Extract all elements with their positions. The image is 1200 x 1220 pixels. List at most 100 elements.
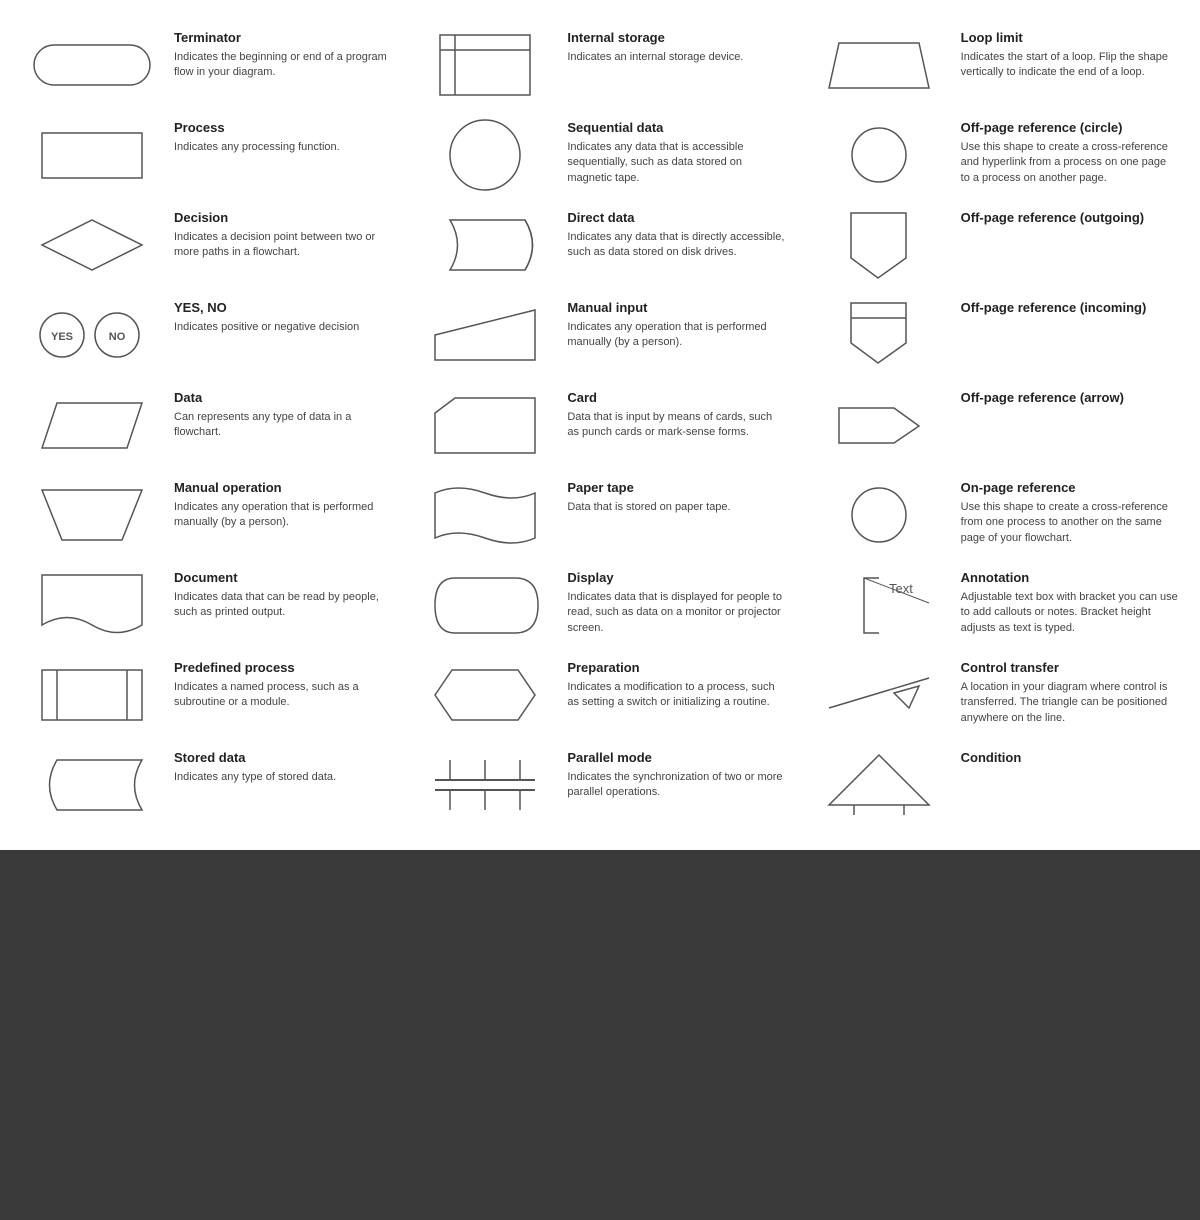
item-document: Document Indicates data that can be read…	[10, 560, 403, 650]
item-condition: Condition	[797, 740, 1190, 830]
title-manual-input: Manual input	[567, 300, 784, 317]
desc-preparation: Indicates a modification to a process, s…	[567, 680, 784, 711]
title-control-transfer: Control transfer	[961, 660, 1178, 677]
desc-loop-limit: Indicates the start of a loop. Flip the …	[961, 50, 1178, 81]
text-card: Card Data that is input by means of card…	[555, 390, 784, 441]
bottom-bar	[0, 850, 1200, 1220]
text-off-page-incoming: Off-page reference (incoming)	[949, 300, 1178, 320]
text-manual-input: Manual input Indicates any operation tha…	[555, 300, 784, 351]
title-off-page-outgoing: Off-page reference (outgoing)	[961, 210, 1178, 227]
shape-preparation	[415, 660, 555, 730]
title-sequential-data: Sequential data	[567, 120, 784, 137]
shape-terminator	[22, 30, 162, 100]
svg-text:NO: NO	[109, 331, 126, 343]
title-terminator: Terminator	[174, 30, 391, 47]
desc-decision: Indicates a decision point between two o…	[174, 230, 391, 261]
text-document: Document Indicates data that can be read…	[162, 570, 391, 621]
shape-display	[415, 570, 555, 640]
title-document: Document	[174, 570, 391, 587]
text-on-page-reference: On-page reference Use this shape to crea…	[949, 480, 1178, 546]
item-off-page-outgoing: Off-page reference (outgoing)	[797, 200, 1190, 290]
title-loop-limit: Loop limit	[961, 30, 1178, 47]
item-loop-limit: Loop limit Indicates the start of a loop…	[797, 20, 1190, 110]
item-predefined-process: Predefined process Indicates a named pro…	[10, 650, 403, 740]
shape-predefined-process	[22, 660, 162, 730]
desc-terminator: Indicates the beginning or end of a prog…	[174, 50, 391, 81]
shape-loop-limit	[809, 30, 949, 100]
item-manual-input: Manual input Indicates any operation tha…	[403, 290, 796, 380]
item-process: Process Indicates any processing functio…	[10, 110, 403, 200]
item-control-transfer: Control transfer A location in your diag…	[797, 650, 1190, 740]
text-off-page-circle: Off-page reference (circle) Use this sha…	[949, 120, 1178, 186]
shape-process	[22, 120, 162, 190]
title-stored-data: Stored data	[174, 750, 391, 767]
svg-text:YES: YES	[51, 331, 73, 343]
title-parallel-mode: Parallel mode	[567, 750, 784, 767]
text-condition: Condition	[949, 750, 1178, 770]
text-internal-storage: Internal storage Indicates an internal s…	[555, 30, 784, 65]
item-off-page-circle: Off-page reference (circle) Use this sha…	[797, 110, 1190, 200]
title-off-page-incoming: Off-page reference (incoming)	[961, 300, 1178, 317]
shape-yes-no: YES NO	[22, 300, 162, 370]
shape-direct-data	[415, 210, 555, 280]
text-paper-tape: Paper tape Data that is stored on paper …	[555, 480, 784, 515]
shape-on-page-reference	[809, 480, 949, 550]
desc-paper-tape: Data that is stored on paper tape.	[567, 500, 784, 515]
title-on-page-reference: On-page reference	[961, 480, 1178, 497]
item-preparation: Preparation Indicates a modification to …	[403, 650, 796, 740]
item-parallel-mode: Parallel mode Indicates the synchronizat…	[403, 740, 796, 830]
item-annotation: Text Annotation Adjustable text box with…	[797, 560, 1190, 650]
desc-off-page-circle: Use this shape to create a cross-referen…	[961, 140, 1178, 186]
text-preparation: Preparation Indicates a modification to …	[555, 660, 784, 711]
item-decision: Decision Indicates a decision point betw…	[10, 200, 403, 290]
text-stored-data: Stored data Indicates any type of stored…	[162, 750, 391, 785]
item-stored-data: Stored data Indicates any type of stored…	[10, 740, 403, 830]
shape-control-transfer	[809, 660, 949, 730]
desc-predefined-process: Indicates a named process, such as a sub…	[174, 680, 391, 711]
item-card: Card Data that is input by means of card…	[403, 380, 796, 470]
item-off-page-arrow: Off-page reference (arrow)	[797, 380, 1190, 470]
shape-off-page-arrow	[809, 390, 949, 460]
desc-manual-operation: Indicates any operation that is performe…	[174, 500, 391, 531]
item-off-page-incoming: Off-page reference (incoming)	[797, 290, 1190, 380]
shape-off-page-incoming	[809, 300, 949, 370]
shape-sequential-data	[415, 120, 555, 190]
desc-manual-input: Indicates any operation that is performe…	[567, 320, 784, 351]
text-loop-limit: Loop limit Indicates the start of a loop…	[949, 30, 1178, 81]
title-condition: Condition	[961, 750, 1178, 767]
desc-card: Data that is input by means of cards, su…	[567, 410, 784, 441]
item-yes-no: YES NO YES, NO Indicates positive or neg…	[10, 290, 403, 380]
desc-direct-data: Indicates any data that is directly acce…	[567, 230, 784, 261]
title-internal-storage: Internal storage	[567, 30, 784, 47]
text-direct-data: Direct data Indicates any data that is d…	[555, 210, 784, 261]
text-terminator: Terminator Indicates the beginning or en…	[162, 30, 391, 81]
item-data: Data Can represents any type of data in …	[10, 380, 403, 470]
text-sequential-data: Sequential data Indicates any data that …	[555, 120, 784, 186]
text-manual-operation: Manual operation Indicates any operation…	[162, 480, 391, 531]
shape-stored-data	[22, 750, 162, 820]
shape-condition	[809, 750, 949, 820]
text-process: Process Indicates any processing functio…	[162, 120, 391, 155]
shape-off-page-circle	[809, 120, 949, 190]
shape-manual-input	[415, 300, 555, 370]
shape-paper-tape	[415, 480, 555, 550]
text-decision: Decision Indicates a decision point betw…	[162, 210, 391, 261]
desc-yes-no: Indicates positive or negative decision	[174, 320, 391, 335]
title-predefined-process: Predefined process	[174, 660, 391, 677]
text-off-page-outgoing: Off-page reference (outgoing)	[949, 210, 1178, 230]
title-paper-tape: Paper tape	[567, 480, 784, 497]
desc-parallel-mode: Indicates the synchronization of two or …	[567, 770, 784, 801]
desc-process: Indicates any processing function.	[174, 140, 391, 155]
title-annotation: Annotation	[961, 570, 1178, 587]
title-yes-no: YES, NO	[174, 300, 391, 317]
desc-sequential-data: Indicates any data that is accessible se…	[567, 140, 784, 186]
title-direct-data: Direct data	[567, 210, 784, 227]
title-card: Card	[567, 390, 784, 407]
desc-document: Indicates data that can be read by peopl…	[174, 590, 391, 621]
title-manual-operation: Manual operation	[174, 480, 391, 497]
shape-manual-operation	[22, 480, 162, 550]
desc-on-page-reference: Use this shape to create a cross-referen…	[961, 500, 1178, 546]
shape-parallel-mode	[415, 750, 555, 820]
desc-display: Indicates data that is displayed for peo…	[567, 590, 784, 636]
desc-annotation: Adjustable text box with bracket you can…	[961, 590, 1178, 636]
